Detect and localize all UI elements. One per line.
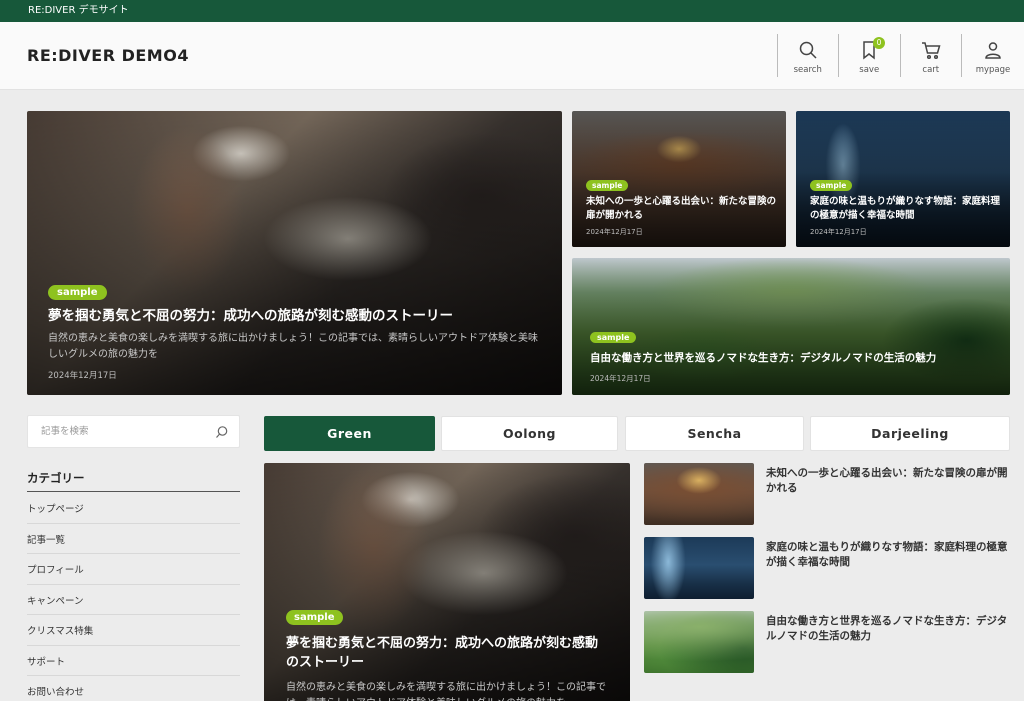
site-topbar: RE:DIVER デモサイト xyxy=(0,0,1024,22)
list-item[interactable]: 家庭の味と温もりが織りなす物語：家庭料理の極意が描く幸福な時間 xyxy=(644,537,1010,599)
hero-main-tag[interactable]: sample xyxy=(48,285,107,300)
header-save-label: save xyxy=(859,65,880,75)
site-logo[interactable]: RE:DIVER DEMO4 xyxy=(27,46,189,65)
header-mypage-button[interactable]: mypage xyxy=(961,34,1024,77)
hero-side-2-tag[interactable]: sample xyxy=(810,180,853,191)
list-item-title[interactable]: 家庭の味と温もりが織りなす物語：家庭料理の極意が描く幸福な時間 xyxy=(766,540,1010,570)
hero-side-1-tag[interactable]: sample xyxy=(586,180,629,191)
hero-main-excerpt: 自然の恵みと美食の楽しみを満喫する旅に出かけましょう！この記事では、素晴らしいア… xyxy=(48,333,538,360)
hero-side-1-date: 2024年12月17日 xyxy=(586,228,643,236)
category-list: トップページ 記事一覧 プロフィール キャンペーン クリスマス特集 サポート お… xyxy=(27,493,240,701)
header-save-button[interactable]: 0 save xyxy=(838,34,900,77)
tab-sencha[interactable]: Sencha xyxy=(625,416,804,451)
sidebar-search-input[interactable] xyxy=(28,416,208,447)
header-search-button[interactable]: search xyxy=(776,34,839,77)
header-cart-label: cart xyxy=(922,65,940,75)
feature-card[interactable]: sample 夢を掴む勇気と不屈の努力：成功への旅路が刻む感動のストーリー 自然… xyxy=(264,463,630,701)
category-heading: カテゴリー xyxy=(27,471,85,485)
list-item-thumbnail xyxy=(644,611,754,673)
cart-icon xyxy=(921,42,941,60)
list-item[interactable]: 自由な働き方と世界を巡るノマドな生き方：デジタルノマドの生活の魅力 xyxy=(644,611,1010,673)
header-search-label: search xyxy=(793,65,822,75)
tab-green[interactable]: Green xyxy=(264,416,435,451)
list-item-title[interactable]: 自由な働き方と世界を巡るノマドな生き方：デジタルノマドの生活の魅力 xyxy=(766,614,1010,644)
list-item-thumbnail xyxy=(644,537,754,599)
list-item-thumbnail xyxy=(644,463,754,525)
category-item-support[interactable]: サポート xyxy=(27,646,240,676)
tab-oolong[interactable]: Oolong xyxy=(441,416,618,451)
feature-excerpt: 自然の恵みと美食の楽しみを満喫する旅に出かけましょう！この記事では、素晴らしいア… xyxy=(286,682,606,701)
hero-main-date: 2024年12月17日 xyxy=(48,371,117,381)
header-cart-button[interactable]: cart xyxy=(899,34,962,77)
search-icon xyxy=(799,41,817,59)
header-mypage-label: mypage xyxy=(975,65,1011,75)
category-item-profile[interactable]: プロフィール xyxy=(27,554,240,585)
hero-side-card-2[interactable]: sample 家庭の味と温もりが織りなす物語：家庭料理の極意が描く幸福な時間 2… xyxy=(796,111,1010,247)
tab-darjeeling[interactable]: Darjeeling xyxy=(810,416,1010,451)
category-item-contact[interactable]: お問い合わせ xyxy=(27,676,240,701)
hero-wide-card[interactable]: sample 自由な働き方と世界を巡るノマドな生き方：デジタルノマドの生活の魅力… xyxy=(572,258,1010,395)
list-item-title[interactable]: 未知への一歩と心躍る出会い：新たな冒険の扉が開かれる xyxy=(766,466,1010,496)
search-icon[interactable] xyxy=(215,425,229,439)
hero-wide-date: 2024年12月17日 xyxy=(590,374,651,383)
header-nav: search 0 save cart mypage xyxy=(776,34,1024,77)
category-divider xyxy=(27,491,240,492)
hero-main-card[interactable]: sample 夢を掴む勇気と不屈の努力：成功への旅路が刻む感動のストーリー 自然… xyxy=(27,111,562,395)
hero-side-2-title[interactable]: 家庭の味と温もりが織りなす物語：家庭料理の極意が描く幸福な時間 xyxy=(810,195,1000,223)
sidebar-search xyxy=(27,415,240,448)
list-item[interactable]: 未知への一歩と心躍る出会い：新たな冒険の扉が開かれる xyxy=(644,463,1010,525)
hero-wide-title[interactable]: 自由な働き方と世界を巡るノマドな生き方：デジタルノマドの生活の魅力 xyxy=(590,351,1005,366)
category-item-top[interactable]: トップページ xyxy=(27,493,240,524)
feature-tag[interactable]: sample xyxy=(286,610,343,625)
hero-side-1-title[interactable]: 未知への一歩と心躍る出会い：新たな冒険の扉が開かれる xyxy=(586,195,776,223)
category-item-campaign[interactable]: キャンペーン xyxy=(27,585,240,615)
hero-wide-tag[interactable]: sample xyxy=(590,332,637,343)
topbar-text: RE:DIVER デモサイト xyxy=(28,5,129,16)
site-header: RE:DIVER DEMO4 search 0 save cart mypage xyxy=(0,22,1024,90)
category-item-christmas[interactable]: クリスマス特集 xyxy=(27,615,240,646)
hero-side-2-date: 2024年12月17日 xyxy=(810,228,867,236)
hero-main-title[interactable]: 夢を掴む勇気と不屈の努力：成功への旅路が刻む感動のストーリー xyxy=(48,307,548,327)
category-item-articles[interactable]: 記事一覧 xyxy=(27,524,240,554)
feature-title[interactable]: 夢を掴む勇気と不屈の努力：成功への旅路が刻む感動のストーリー xyxy=(286,635,606,673)
hero-side-card-1[interactable]: sample 未知への一歩と心躍る出会い：新たな冒険の扉が開かれる 2024年1… xyxy=(572,111,786,247)
user-icon xyxy=(985,42,1001,59)
save-count-badge: 0 xyxy=(873,37,885,49)
